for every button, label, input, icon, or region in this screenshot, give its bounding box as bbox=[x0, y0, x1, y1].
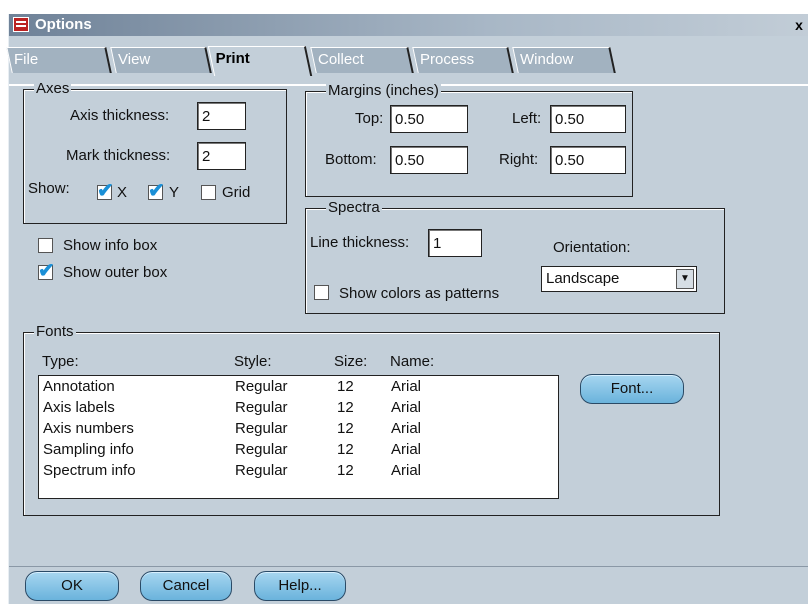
spectra-group: Spectra Line thickness: 1 Orientation: L… bbox=[305, 200, 725, 314]
left-input[interactable]: 0.50 bbox=[550, 105, 626, 133]
margins-legend: Margins (inches) bbox=[326, 82, 441, 99]
right-label: Right: bbox=[499, 151, 539, 168]
style-column-header: Style: bbox=[234, 353, 272, 370]
show-colors-as-patterns-checkbox[interactable] bbox=[314, 285, 329, 300]
show-grid-label: Grid bbox=[222, 184, 251, 201]
orientation-value: Landscape bbox=[546, 270, 620, 287]
show-info-box-label: Show info box bbox=[63, 237, 158, 254]
app-icon bbox=[13, 17, 29, 32]
fonts-legend: Fonts bbox=[34, 323, 76, 340]
font-button[interactable]: Font... bbox=[580, 374, 684, 404]
line-thickness-label: Line thickness: bbox=[310, 234, 410, 251]
list-item[interactable]: Spectrum info Regular 12 Arial bbox=[39, 460, 558, 481]
axes-group: Axes Axis thickness: 2 Mark thickness: 2… bbox=[23, 81, 287, 224]
list-item[interactable]: Axis numbers Regular 12 Arial bbox=[39, 418, 558, 439]
show-x-label: X bbox=[117, 184, 128, 201]
tab-file[interactable]: File bbox=[6, 47, 112, 73]
mark-thickness-input[interactable]: 2 bbox=[197, 142, 246, 170]
tab-collect[interactable]: Collect bbox=[310, 47, 414, 73]
spectra-legend: Spectra bbox=[326, 199, 382, 216]
list-item[interactable]: Sampling info Regular 12 Arial bbox=[39, 439, 558, 460]
show-x-checkbox[interactable]: ✔ bbox=[97, 181, 114, 201]
bottom-divider bbox=[9, 566, 808, 567]
fonts-group: Fonts Type: Style: Size: Name: Annotatio… bbox=[23, 324, 720, 516]
orientation-label: Orientation: bbox=[553, 239, 631, 256]
orientation-select[interactable]: Landscape ▼ bbox=[541, 266, 697, 292]
left-label: Left: bbox=[512, 110, 542, 127]
show-y-label: Y bbox=[169, 184, 180, 201]
axis-thickness-label: Axis thickness: bbox=[70, 107, 170, 124]
top-input[interactable]: 0.50 bbox=[390, 105, 468, 133]
margins-group: Margins (inches) Top: 0.50 Left: 0.50 Bo… bbox=[305, 83, 633, 197]
options-dialog: Options x File View Print Collect Proces… bbox=[6, 14, 808, 604]
right-input[interactable]: 0.50 bbox=[550, 146, 626, 174]
checkmark-icon: ✔ bbox=[97, 180, 114, 202]
line-thickness-input[interactable]: 1 bbox=[428, 229, 482, 257]
show-grid-checkbox[interactable] bbox=[201, 185, 216, 200]
fonts-list[interactable]: Annotation Regular 12 Arial Axis labels … bbox=[38, 375, 559, 499]
name-column-header: Name: bbox=[390, 353, 435, 370]
show-y-checkbox[interactable]: ✔ bbox=[148, 181, 165, 201]
title-bar[interactable]: Options x bbox=[9, 14, 808, 36]
top-label: Top: bbox=[355, 110, 384, 127]
close-icon[interactable]: x bbox=[791, 18, 807, 33]
show-info-box-checkbox[interactable] bbox=[38, 238, 53, 253]
cancel-button[interactable]: Cancel bbox=[140, 571, 232, 601]
show-colors-as-patterns-label: Show colors as patterns bbox=[339, 285, 500, 302]
tab-strip: File View Print Collect Process Window bbox=[6, 36, 808, 88]
type-column-header: Type: bbox=[42, 353, 79, 370]
help-button[interactable]: Help... bbox=[254, 571, 346, 601]
list-item[interactable]: Annotation Regular 12 Arial bbox=[39, 376, 558, 397]
chevron-down-icon[interactable]: ▼ bbox=[676, 269, 694, 289]
list-item[interactable]: Axis labels Regular 12 Arial bbox=[39, 397, 558, 418]
tab-print[interactable]: Print bbox=[207, 46, 313, 76]
axis-thickness-input[interactable]: 2 bbox=[197, 102, 246, 130]
show-outer-box-label: Show outer box bbox=[63, 264, 168, 281]
show-outer-box-checkbox[interactable]: ✔ bbox=[38, 261, 55, 281]
window-title: Options bbox=[35, 16, 92, 33]
tab-process[interactable]: Process bbox=[412, 47, 514, 73]
checkmark-icon: ✔ bbox=[148, 180, 165, 202]
size-column-header: Size: bbox=[334, 353, 368, 370]
bottom-input[interactable]: 0.50 bbox=[390, 146, 468, 174]
axes-legend: Axes bbox=[34, 80, 72, 97]
checkmark-icon: ✔ bbox=[38, 260, 55, 282]
bottom-label: Bottom: bbox=[325, 151, 377, 168]
tab-window[interactable]: Window bbox=[512, 47, 616, 73]
show-label: Show: bbox=[28, 180, 70, 197]
tab-view[interactable]: View bbox=[110, 47, 212, 73]
mark-thickness-label: Mark thickness: bbox=[66, 147, 171, 164]
ok-button[interactable]: OK bbox=[25, 571, 119, 601]
